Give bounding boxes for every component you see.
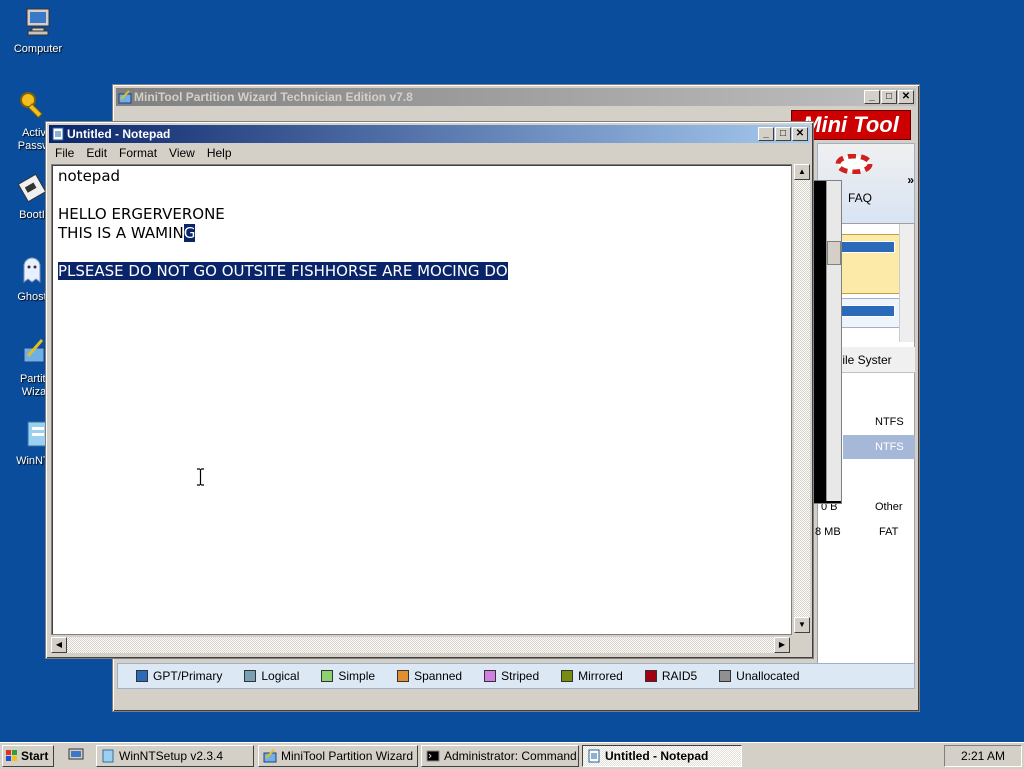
legend-simple: Simple (321, 669, 375, 683)
selected-text: PLSEASE DO NOT GO OUTSITE FISHHORSE ARE … (58, 262, 508, 280)
scroll-right-arrow-icon[interactable]: ▶ (774, 637, 790, 653)
text-line: THIS IS A WAMIN (58, 224, 184, 242)
ghost-icon (23, 257, 41, 283)
resize-grip[interactable] (794, 637, 810, 653)
horizontal-scrollbar[interactable]: ◀ ▶ (51, 637, 790, 653)
minitool-titlebar[interactable]: MiniTool Partition Wizard Technician Edi… (116, 88, 916, 106)
taskbar-item-label: MiniTool Partition Wizard ... (281, 749, 418, 763)
text-line: notepad (58, 167, 121, 185)
taskbar-item-notepad[interactable]: Untitled - Notepad (582, 745, 742, 767)
maximize-button[interactable]: □ (775, 127, 791, 141)
legend-unallocated: Unallocated (719, 669, 800, 683)
taskbar-item-label: Administrator: Command... (444, 749, 579, 763)
lifebuoy-icon (835, 154, 873, 174)
close-button[interactable]: ✕ (898, 90, 914, 104)
system-tray-clock[interactable]: 2:21 AM (944, 745, 1022, 767)
panel-scrollbar[interactable] (899, 224, 914, 342)
legend-mirrored: Mirrored (561, 669, 623, 683)
start-button[interactable]: Start (2, 745, 54, 767)
legend-raid5: RAID5 (644, 669, 697, 683)
partition-row-fs[interactable]: NTFS (875, 416, 904, 428)
taskbar-item-minitool[interactable]: MiniTool Partition Wizard ... (258, 745, 418, 767)
taskbar: Start WinNTSetup v2.3.4 MiniTool Partiti… (0, 742, 1024, 769)
partition-row-fs[interactable]: Other (875, 501, 903, 513)
menu-file[interactable]: File (49, 144, 80, 162)
minitool-app-icon (118, 90, 132, 104)
legend-striped: Striped (484, 669, 539, 683)
windows-flag-icon (6, 750, 17, 761)
legend-logical: Logical (244, 669, 299, 683)
notepad-app-icon (52, 127, 64, 141)
vertical-scrollbar[interactable]: ▲ ▼ (794, 164, 810, 633)
notepad-content[interactable]: notepad HELLO ERGERVERONE THIS IS A WAMI… (58, 167, 508, 281)
notepad-title: Untitled - Notepad (67, 127, 171, 141)
scroll-left-arrow-icon[interactable]: ◀ (51, 637, 67, 653)
maximize-button[interactable]: □ (881, 90, 897, 104)
notepad-icon (588, 749, 600, 763)
notepad-window[interactable]: Untitled - Notepad _ □ ✕ File Edit Forma… (45, 121, 814, 659)
ibeam-cursor-icon (197, 468, 204, 486)
menu-format[interactable]: Format (113, 144, 163, 162)
winnt-setup-icon (102, 749, 114, 763)
taskbar-item-command-prompt[interactable]: Administrator: Command... (421, 745, 579, 767)
show-desktop-icon[interactable] (68, 748, 84, 762)
child-scrollbar[interactable] (826, 181, 841, 501)
boot-disk-icon (17, 173, 47, 203)
command-prompt-icon (426, 750, 440, 762)
taskbar-item-label: WinNTSetup v2.3.4 (119, 749, 224, 763)
faq-button[interactable]: FAQ (848, 191, 872, 205)
key-icon (20, 92, 43, 119)
legend-spanned: Spanned (397, 669, 462, 683)
partition-row-selected[interactable]: NTFS (843, 435, 915, 459)
close-button[interactable]: ✕ (792, 127, 808, 141)
scroll-down-arrow-icon[interactable]: ▼ (794, 617, 810, 633)
chevron-right-icon[interactable]: » (907, 173, 914, 187)
menu-help[interactable]: Help (201, 144, 238, 162)
notepad-menubar: File Edit Format View Help (49, 144, 810, 162)
partition-wizard-icon (263, 749, 277, 763)
child-scroll-thumb[interactable] (827, 241, 841, 265)
partition-row-fs[interactable]: FAT (879, 526, 898, 538)
partition-row-size[interactable]: 8 MB (815, 526, 841, 538)
text-line: HELLO ERGERVERONE (58, 205, 225, 223)
menu-view[interactable]: View (163, 144, 201, 162)
minimize-button[interactable]: _ (864, 90, 880, 104)
selected-text: G (183, 224, 196, 242)
computer-icon (26, 8, 50, 36)
taskbar-item-label: Untitled - Notepad (605, 749, 709, 763)
minitool-title: MiniTool Partition Wizard Technician Edi… (134, 90, 413, 104)
menu-edit[interactable]: Edit (80, 144, 113, 162)
notepad-titlebar[interactable]: Untitled - Notepad _ □ ✕ (49, 125, 810, 143)
start-label: Start (21, 749, 49, 763)
notepad-text-area[interactable]: notepad HELLO ERGERVERONE THIS IS A WAMI… (51, 164, 792, 635)
minimize-button[interactable]: _ (758, 127, 774, 141)
desktop-icon-computer[interactable]: Computer (0, 6, 76, 56)
partition-legend: GPT/Primary Logical Simple Spanned Strip… (117, 663, 915, 689)
scroll-up-arrow-icon[interactable]: ▲ (794, 164, 810, 180)
legend-gpt-primary: GPT/Primary (136, 669, 222, 683)
desktop-icon-label: Computer (13, 43, 63, 55)
taskbar-item-winntsetup[interactable]: WinNTSetup v2.3.4 (96, 745, 254, 767)
